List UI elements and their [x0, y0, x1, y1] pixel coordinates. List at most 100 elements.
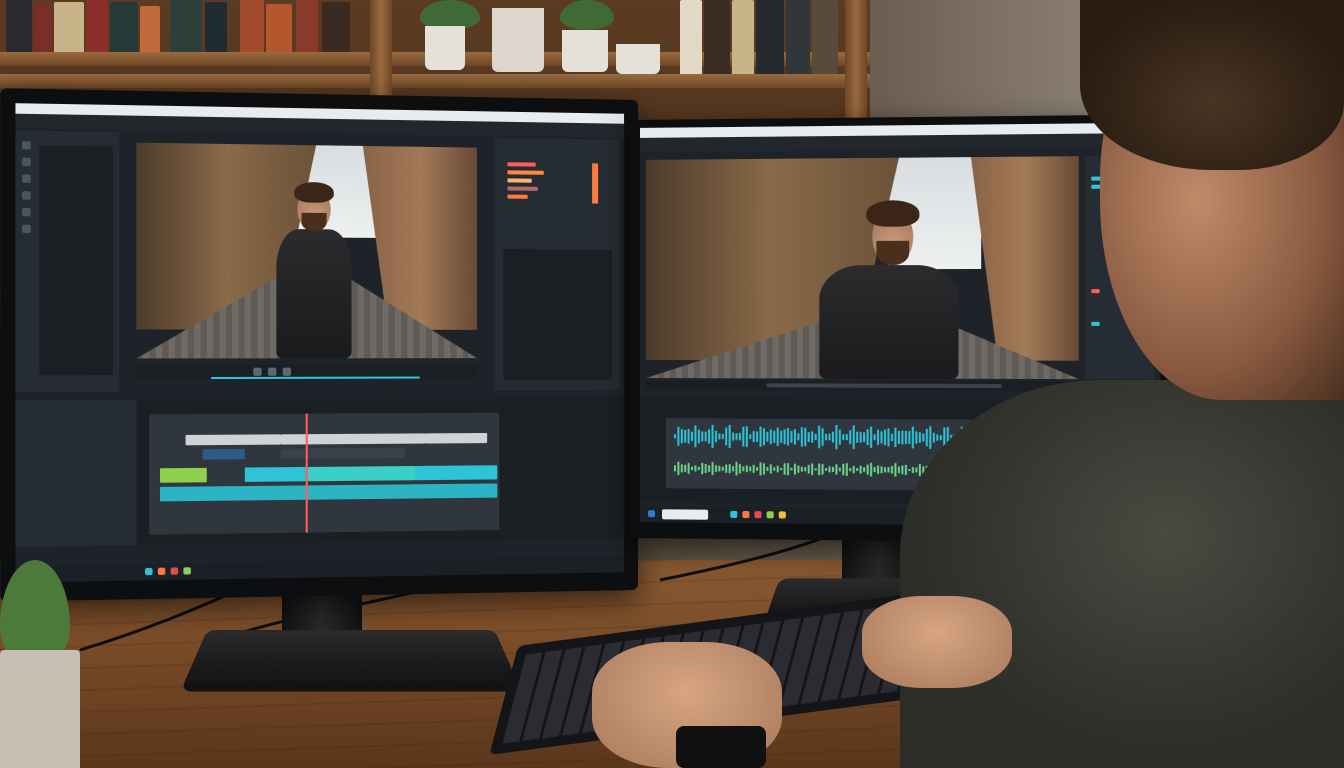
timeline-tracks[interactable] — [149, 413, 499, 535]
waveform-bar — [822, 464, 824, 474]
track-headers[interactable] — [15, 400, 136, 547]
scope-bar — [507, 170, 543, 175]
waveform-bar — [732, 466, 734, 471]
audio-clip[interactable] — [416, 465, 498, 480]
waveform-bar — [867, 429, 869, 445]
taskbar-app-icon[interactable] — [171, 567, 178, 574]
video-clip[interactable] — [426, 433, 487, 444]
waveform-bar — [887, 428, 889, 446]
waveform-bar — [784, 429, 786, 444]
playback-controls[interactable] — [646, 380, 1079, 391]
waveform-bar — [818, 463, 820, 475]
waveform-bar — [742, 466, 744, 471]
waveform-bar — [860, 466, 862, 474]
waveform-bar — [739, 433, 741, 440]
waveform-bar — [877, 430, 879, 445]
color-scopes-panel[interactable] — [495, 138, 620, 391]
search-input[interactable] — [662, 509, 708, 519]
waveform-bar — [825, 434, 827, 441]
waveform-bar — [908, 431, 910, 444]
video-clip[interactable] — [186, 434, 281, 445]
waveform-bar — [746, 426, 748, 447]
start-icon[interactable] — [648, 510, 655, 517]
taskbar-app-icon[interactable] — [742, 511, 749, 518]
waveform-bar — [708, 429, 710, 443]
waveform-bar — [825, 468, 827, 471]
waveform-bar — [753, 465, 755, 473]
taskbar-app-icon[interactable] — [158, 568, 165, 575]
taskbar-app-icon[interactable] — [767, 511, 774, 518]
waveform-bar — [874, 467, 876, 472]
waveform-bar — [856, 468, 858, 471]
media-browser-panel[interactable] — [15, 130, 119, 392]
media-icon[interactable] — [22, 158, 31, 166]
video-clip[interactable] — [281, 448, 406, 459]
play-icon[interactable] — [268, 368, 276, 376]
waveform-bar — [808, 432, 810, 442]
waveform-bar — [853, 425, 855, 449]
waveform-bar — [912, 427, 914, 449]
waveform-bar — [860, 432, 862, 443]
audio-clip[interactable] — [160, 468, 207, 483]
folder-icon[interactable] — [22, 141, 31, 149]
waveform-bar — [891, 466, 893, 474]
waveform-bar — [753, 431, 755, 442]
scrubber[interactable] — [767, 383, 1002, 388]
waveform-bar — [729, 464, 731, 473]
waveform-bar — [905, 465, 907, 475]
taskbar-app-icon[interactable] — [754, 511, 761, 518]
step-back-icon[interactable] — [253, 368, 261, 376]
waveform-bar — [787, 463, 789, 475]
waveform-bar — [777, 428, 779, 446]
left-monitor-stand-base — [180, 630, 521, 692]
waveform-bar — [735, 462, 737, 476]
waveform-bar — [780, 431, 782, 443]
step-forward-icon[interactable] — [283, 368, 291, 376]
audio-clip[interactable] — [160, 483, 497, 501]
playhead[interactable] — [306, 414, 308, 533]
waveform-bar — [705, 464, 707, 473]
video-clip[interactable] — [281, 433, 426, 444]
waveform-bar — [880, 431, 882, 443]
effect-controls[interactable] — [503, 249, 612, 380]
playhead-scrubber[interactable] — [211, 377, 420, 380]
waveform-bar — [898, 467, 900, 474]
taskbar-app-icon[interactable] — [183, 567, 190, 574]
video-man-hair — [866, 200, 919, 227]
audio-clip[interactable] — [308, 466, 416, 481]
waveform-bar — [790, 468, 792, 471]
waveform-bar — [694, 425, 696, 447]
waveform-bar — [681, 429, 683, 443]
playback-controls[interactable] — [136, 364, 476, 379]
taskbar[interactable] — [15, 556, 624, 582]
waveform-bar — [725, 428, 727, 446]
media-list[interactable] — [39, 145, 112, 375]
waveform-bar — [849, 430, 851, 444]
taskbar-app-icon[interactable] — [730, 511, 737, 518]
waveform-bar — [846, 434, 848, 440]
taskbar-app-icon[interactable] — [779, 511, 786, 518]
waveform-bar — [694, 465, 696, 471]
waveform-bar — [908, 469, 910, 471]
video-man-hair — [294, 182, 334, 203]
waveform-bar — [794, 429, 796, 444]
video-clip[interactable] — [203, 449, 245, 460]
video-man-beard — [302, 213, 327, 232]
wristwatch — [676, 726, 766, 768]
timeline-panel[interactable] — [15, 398, 624, 547]
waveform-bar — [894, 463, 896, 477]
property-bar — [1091, 289, 1099, 293]
taskbar-app-icon[interactable] — [145, 568, 152, 575]
waveform-bar — [698, 467, 700, 470]
audio-clip[interactable] — [245, 467, 308, 482]
waveform-bar — [681, 464, 683, 472]
text-icon[interactable] — [22, 208, 31, 216]
transition-icon[interactable] — [22, 225, 31, 233]
waveform-bar — [801, 467, 803, 472]
effects-icon[interactable] — [22, 174, 31, 182]
waveform-bar — [715, 431, 717, 443]
waveform-bar — [818, 426, 820, 449]
waveform-bar — [677, 427, 679, 446]
audio-icon[interactable] — [22, 191, 31, 199]
waveform-bar — [839, 430, 841, 445]
